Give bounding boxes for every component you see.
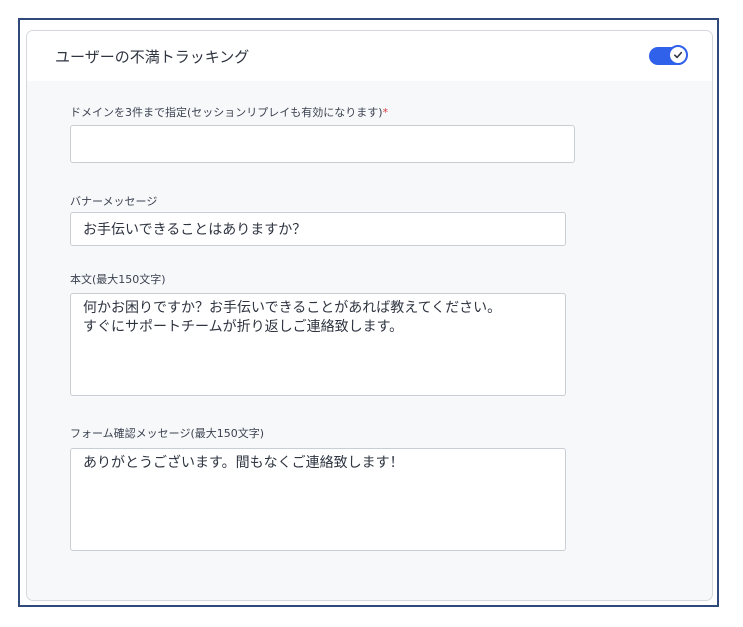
domains-input[interactable] xyxy=(70,125,575,163)
domains-label: ドメインを3件まで指定(セッションリプレイも有効になります)* xyxy=(70,104,388,120)
frustration-tracking-card: ユーザーの不満トラッキング ドメインを3件まで指定(セッションリプレイも有効にな… xyxy=(26,30,713,601)
checkmark-icon xyxy=(674,51,683,59)
banner-message-input[interactable] xyxy=(70,212,566,246)
tracking-toggle[interactable] xyxy=(649,45,688,65)
card-header: ユーザーの不満トラッキング xyxy=(27,31,712,81)
body-text-textarea[interactable]: 何かお困りですか？お手伝いできることがあれば教えてください。 すぐにサポートチー… xyxy=(70,293,566,396)
banner-message-label: バナーメッセージ xyxy=(70,195,158,208)
confirmation-message-textarea[interactable]: ありがとうございます。間もなくご連絡致します！ xyxy=(70,448,566,551)
confirmation-message-label: フォーム確認メッセージ(最大150文字) xyxy=(70,427,265,440)
required-marker: * xyxy=(382,106,389,119)
domains-label-text: ドメインを3件まで指定(セッションリプレイも有効になります) xyxy=(70,106,383,119)
body-text-label: 本文(最大150文字) xyxy=(70,273,166,286)
card-title: ユーザーの不満トラッキング xyxy=(55,48,250,66)
toggle-knob xyxy=(668,45,688,65)
settings-frame: ユーザーの不満トラッキング ドメインを3件まで指定(セッションリプレイも有効にな… xyxy=(18,18,719,607)
